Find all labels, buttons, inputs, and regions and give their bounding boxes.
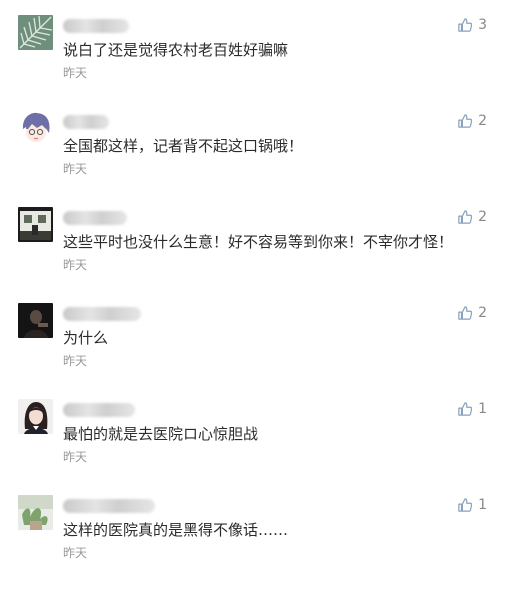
username-blurred[interactable] <box>63 403 135 417</box>
comment-time: 昨天 <box>63 354 88 368</box>
comment-time: 昨天 <box>63 66 88 80</box>
username-blurred[interactable] <box>63 307 141 321</box>
like-count: 2 <box>478 305 487 321</box>
username-blurred[interactable] <box>63 19 129 33</box>
user-avatar[interactable] <box>18 303 53 338</box>
thumbs-up-icon <box>458 306 473 320</box>
like-count: 1 <box>478 401 487 417</box>
comment-item: 说白了还是觉得农村老百姓好骗嘛 昨天 3 <box>0 15 525 111</box>
user-avatar[interactable] <box>18 207 53 242</box>
thumbs-up-icon <box>458 210 473 224</box>
like-button[interactable]: 2 <box>458 112 487 130</box>
user-avatar[interactable] <box>18 111 53 146</box>
thumbs-up-icon <box>458 18 473 32</box>
comment-text: 最怕的就是去医院ロ心惊胆战 <box>63 425 259 443</box>
like-count: 1 <box>478 497 487 513</box>
comment-time: 昨天 <box>63 162 88 176</box>
comment-text: 说白了还是觉得农村老百姓好骗嘛 <box>63 41 289 59</box>
like-count: 2 <box>478 113 487 129</box>
comment-item: 这些平时也没什么生意！好不容易等到你来！不宰你才怪！ 昨天 2 <box>0 207 525 303</box>
comment-item: 最怕的就是去医院ロ心惊胆战 昨天 1 <box>0 399 525 495</box>
username-blurred[interactable] <box>63 211 127 225</box>
like-count: 3 <box>478 17 487 33</box>
like-button[interactable]: 2 <box>458 208 487 226</box>
comment-item: 这样的医院真的是黑得不像话…… 昨天 1 <box>0 495 525 591</box>
username-blurred[interactable] <box>63 499 155 513</box>
like-button[interactable]: 3 <box>458 16 487 34</box>
comment-text: 全国都这样，记者背不起这口锅哦！ <box>63 137 304 155</box>
username-blurred[interactable] <box>63 115 109 129</box>
user-avatar[interactable] <box>18 495 53 530</box>
comment-time: 昨天 <box>63 450 88 464</box>
comment-time: 昨天 <box>63 258 88 272</box>
like-button[interactable]: 1 <box>458 400 487 418</box>
thumbs-up-icon <box>458 114 473 128</box>
comment-item: 全国都这样，记者背不起这口锅哦！ 昨天 2 <box>0 111 525 207</box>
comment-item: 为什么 昨天 2 <box>0 303 525 399</box>
comment-text: 这样的医院真的是黑得不像话…… <box>63 521 289 539</box>
like-button[interactable]: 1 <box>458 496 487 514</box>
user-avatar[interactable] <box>18 15 53 50</box>
like-count: 2 <box>478 209 487 225</box>
thumbs-up-icon <box>458 402 473 416</box>
thumbs-up-icon <box>458 498 473 512</box>
user-avatar[interactable] <box>18 399 53 434</box>
comment-text: 这些平时也没什么生意！好不容易等到你来！不宰你才怪！ <box>63 233 454 251</box>
like-button[interactable]: 2 <box>458 304 487 322</box>
comment-time: 昨天 <box>63 546 88 560</box>
comment-text: 为什么 <box>63 329 109 347</box>
